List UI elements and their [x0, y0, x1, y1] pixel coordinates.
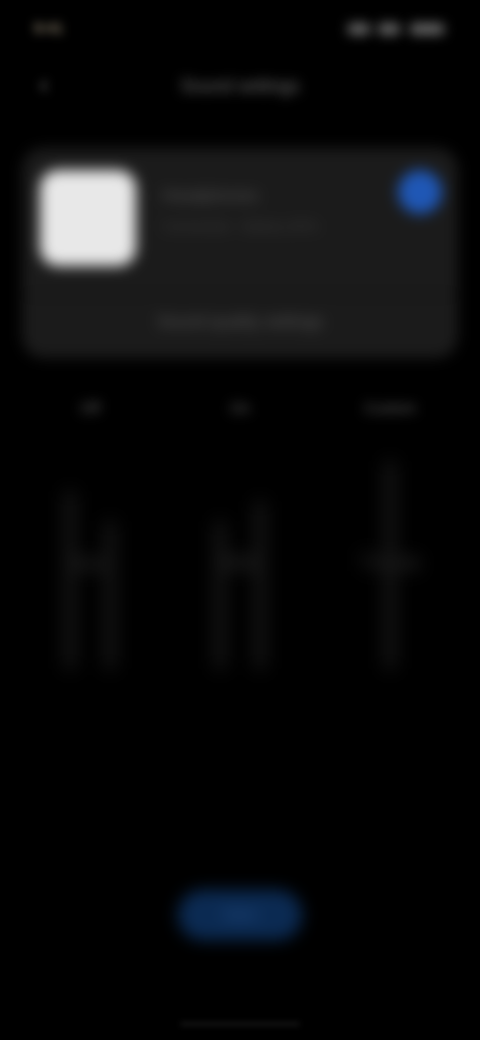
back-arrow-icon: ‹ [39, 69, 49, 99]
status-time: 9:41 [34, 20, 64, 37]
eq-column-mid[interactable]: Mid [165, 470, 315, 700]
eq-bar [385, 460, 395, 670]
card-divider [22, 294, 458, 296]
equalizer: Bass Mid Treble [0, 460, 480, 710]
device-image [40, 170, 136, 266]
eq-column-bass[interactable]: Bass [15, 470, 165, 700]
device-name: Headphones [162, 186, 259, 205]
mode-tabs: Off On Custom [0, 392, 480, 432]
eq-column-treble[interactable]: Treble [315, 460, 465, 700]
battery-icon [410, 24, 444, 34]
device-status: Connected · Battery 80% [162, 218, 319, 234]
status-bar: 9:41 [0, 0, 480, 60]
eq-bar [65, 490, 75, 670]
eq-bar [105, 520, 115, 670]
home-indicator [180, 1022, 300, 1026]
tab-on[interactable]: On [180, 400, 300, 417]
eq-bar [255, 500, 265, 670]
page-title: Sound settings [180, 76, 300, 96]
eq-label-mid: Mid [222, 550, 258, 575]
status-icons [348, 18, 448, 42]
eq-bar [215, 520, 225, 670]
device-card: Headphones Connected · Battery 80% Sound… [22, 148, 458, 358]
tab-custom[interactable]: Custom [330, 400, 450, 417]
device-toggle[interactable] [398, 170, 442, 214]
signal-icon [348, 24, 370, 34]
eq-label-bass: Bass [65, 550, 115, 575]
sound-settings-link[interactable]: Sound quality settings [22, 312, 458, 332]
save-button[interactable]: Save [178, 890, 302, 940]
back-button[interactable]: ‹ [26, 66, 62, 102]
wifi-icon [378, 24, 400, 34]
tab-off[interactable]: Off [30, 400, 150, 417]
